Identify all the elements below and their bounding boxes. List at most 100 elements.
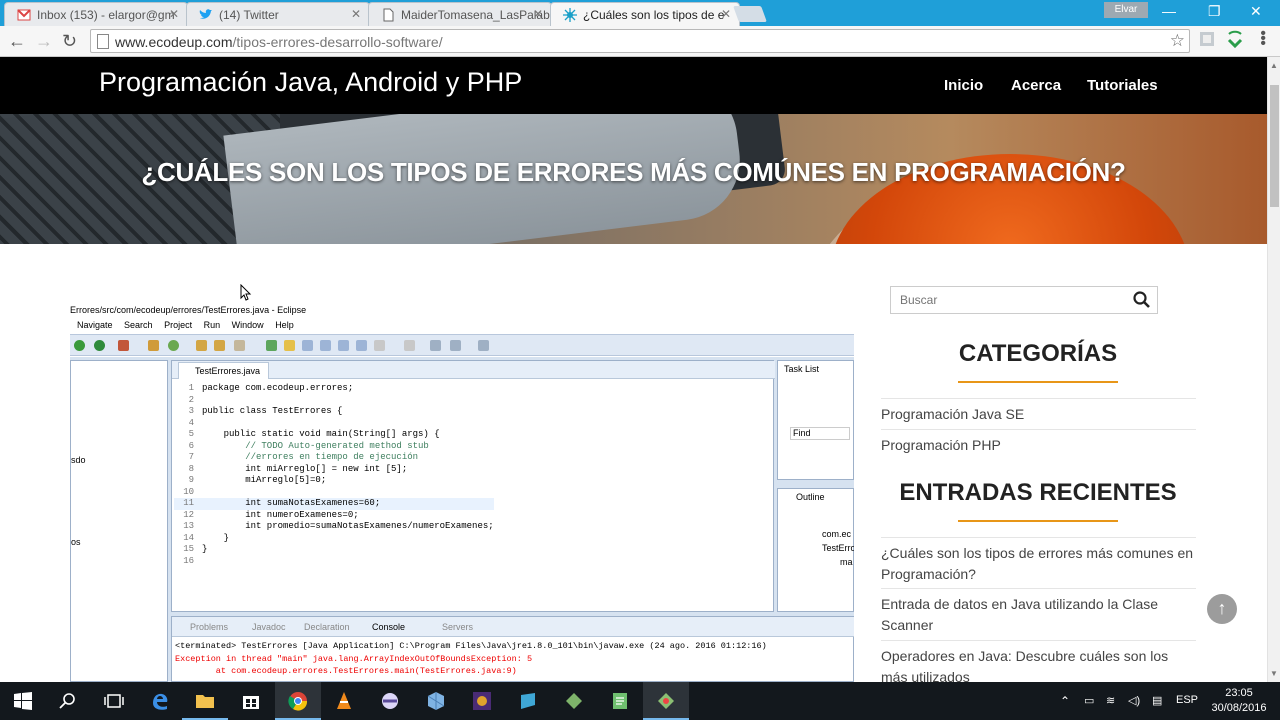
nav-inicio[interactable]: Inicio [944,77,983,94]
line-number: 4 [188,417,194,428]
profile-button[interactable]: Elvar [1104,2,1148,18]
tool-icon [320,340,331,351]
search-input[interactable] [892,288,1124,312]
close-icon[interactable]: ✕ [533,7,543,21]
code-text: package com.ecodeup.errores; [202,383,354,393]
back-arrow-icon[interactable]: ← [8,31,26,52]
close-icon[interactable]: ✕ [169,7,179,21]
virtualbox-icon[interactable] [426,691,446,711]
page-icon [97,34,109,49]
wifi-icon[interactable]: ≋ [1106,694,1115,707]
console-tab: Console [372,622,406,632]
line-number: 3 [188,406,194,416]
site-title[interactable]: Programación Java, Android y PHP [99,67,522,98]
code-line: 3 public class TestErrores { [174,406,494,418]
code-text: int sumaNotasExamenes=60; [202,498,381,508]
page-title: ¿CUÁLES SON LOS TIPOS DE ERRORES MÁS COM… [141,157,1126,187]
maximize-icon[interactable]: ❐ [1208,3,1221,20]
store-icon[interactable] [241,691,261,711]
code-line: 2 [174,395,494,407]
volume-icon[interactable]: ◁) [1128,694,1140,707]
eclipse-menu-item: Search [124,320,153,330]
tab-document[interactable]: MaiderTomasena_LasPalab ✕ [368,2,552,26]
code-text: miArreglo[5]=0; [202,475,327,485]
chrome-icon[interactable] [288,691,308,711]
recent-post-link[interactable]: Entrada de datos en Java utilizando la C… [881,588,1196,636]
eclipse-menu-item: Window [231,320,264,330]
taskbar-clock[interactable]: 23:05 30/08/2016 [1204,686,1274,716]
notepad-icon[interactable] [610,691,630,711]
search-icon[interactable] [58,691,78,711]
extension-download-icon[interactable] [1226,30,1244,48]
category-link[interactable]: Programación Java SE [881,398,1196,425]
eclipse-menu: Navigate Search Project Run Window Help [70,320,854,334]
folder-icon [196,340,207,351]
tool-icon [266,340,277,351]
forward-arrow-icon[interactable]: → [35,31,53,52]
line-number: 11 [183,498,194,508]
tool-icon [338,340,349,351]
windows-start-icon[interactable] [13,691,33,711]
tab-current[interactable]: ¿Cuáles son los tipos de e ✕ [550,2,740,26]
nav-acerca[interactable]: Acerca [1011,77,1061,94]
tab-label: (14) Twitter [219,8,279,22]
vlc-icon[interactable] [334,691,354,711]
code-text: // TODO Auto-generated method stub [202,440,429,451]
article-screenshot-eclipse: Errores/src/com/ecodeup/errores/TestErro… [70,302,854,682]
battery-icon[interactable]: ▭ [1084,694,1094,707]
scroll-to-top-button[interactable]: ↑ [1207,594,1237,624]
tool-icon [374,340,385,351]
site-icon [563,8,577,22]
package-icon [148,340,159,351]
app-icon[interactable] [564,691,584,711]
recent-post-link[interactable]: ¿Cuáles son los tipos de errores más com… [881,537,1196,585]
tab-twitter[interactable]: (14) Twitter ✕ [186,2,370,26]
search-icon[interactable] [1133,291,1151,309]
code-block: 1 package com.ecodeup.errores; 2 3 public cl… [174,383,494,567]
tab-inbox[interactable]: Inbox (153) - elargor@gm ✕ [4,2,188,26]
recent-post-link[interactable]: Operadores en Java: Descubre cuáles son … [881,640,1196,688]
app-icon[interactable] [380,691,400,711]
bookmark-star-icon[interactable]: ☆ [1170,31,1185,51]
category-link[interactable]: Programación PHP [881,429,1196,456]
new-icon [168,340,179,351]
new-tab-button[interactable] [733,6,767,22]
tool-icon [234,340,245,351]
twitter-icon [199,9,212,19]
eclipse-menu-item: Run [203,320,221,330]
eclipse-package-explorer: sdo os [70,360,168,682]
extension-puzzle-icon[interactable] [1198,30,1216,48]
scroll-up-icon[interactable]: ▲ [1270,61,1278,70]
game-app-icon[interactable] [472,691,492,711]
address-bar[interactable]: www.ecodeup.com/tipos-errores-desarrollo… [90,29,1190,53]
browser-menu-icon[interactable]: • • • [1260,26,1266,52]
eclipse-console: Problems Javadoc Declaration Console Ser… [171,616,854,682]
minimize-icon[interactable]: — [1162,3,1176,19]
scroll-down-icon[interactable]: ▼ [1270,669,1278,678]
browser-toolbar: ← → ↻ www.ecodeup.com/tipos-errores-desa… [0,26,1280,57]
package-label: sdo [71,455,86,465]
app-icon[interactable] [656,691,676,711]
mouse-cursor-icon [240,284,252,301]
app-icon[interactable] [518,691,538,711]
code-text: int miArreglo[] = new int [5]; [202,463,408,474]
nav-icon [478,340,489,351]
scrollbar-thumb[interactable] [1270,85,1279,207]
task-view-icon[interactable] [104,691,124,711]
file-explorer-icon[interactable] [195,691,215,711]
code-line: 5 public static void main(String[] args)… [174,429,494,441]
language-indicator[interactable]: ESP [1176,694,1198,706]
reload-icon[interactable]: ↻ [62,31,77,52]
url-text: www.ecodeup.com/tipos-errores-desarrollo… [115,34,443,50]
tray-expand-icon[interactable]: ⌃ [1060,694,1070,708]
close-window-icon[interactable]: ✕ [1250,3,1262,20]
tab-label: MaiderTomasena_LasPalab [401,8,550,22]
package-label: os [71,537,81,547]
close-icon[interactable]: ✕ [721,7,731,21]
notifications-icon[interactable]: ▤ [1152,694,1162,707]
page-scrollbar[interactable]: ▲ ▼ [1267,57,1280,682]
edge-icon[interactable] [150,691,170,711]
nav-tutoriales[interactable]: Tutoriales [1087,77,1158,94]
close-icon[interactable]: ✕ [351,7,361,21]
line-number: 1 [188,383,194,393]
